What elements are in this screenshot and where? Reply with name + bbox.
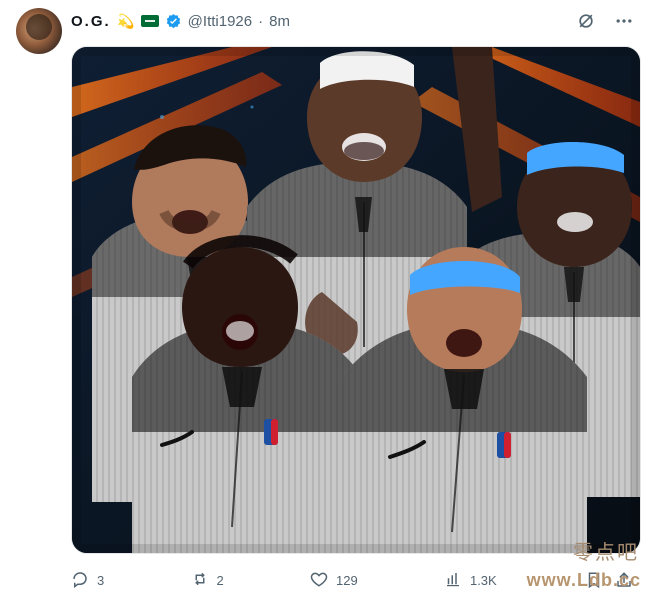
repost-icon [191,570,209,591]
heart-icon [310,570,328,591]
sparkle-emoji-icon: 💫 [116,12,135,29]
like-button[interactable]: 129 [310,570,358,591]
bookmark-and-share [583,569,635,591]
saudi-flag-icon [140,15,159,27]
referees-image [72,47,640,553]
reply-icon [71,570,89,591]
handle[interactable]: @Itti1926 [188,13,252,30]
views-button[interactable]: 1.3K [444,570,497,591]
reply-button[interactable]: 3 [71,570,104,591]
share-icon[interactable] [613,569,635,591]
like-count: 129 [336,572,358,588]
views-count: 1.3K [469,572,497,588]
avatar-image [26,14,52,40]
tweet-header: O.G. 💫 @Itti1926 · 8m [71,10,290,32]
tweet-media[interactable] [71,46,641,554]
separator-dot: · [258,12,264,30]
avatar[interactable] [16,8,62,54]
more-icon[interactable] [613,10,635,32]
views-icon [444,570,462,591]
tweet-actions: 3 2 129 1.3K [71,569,635,591]
grok-icon[interactable] [575,10,597,32]
timestamp[interactable]: 8m [269,13,290,30]
bookmark-icon[interactable] [583,569,605,591]
tweet-top-actions [575,10,635,32]
repost-button[interactable]: 2 [191,570,224,591]
verified-badge-icon[interactable] [165,13,182,30]
reply-count: 3 [97,572,105,588]
repost-count: 2 [216,572,224,588]
display-name[interactable]: O.G. [71,13,111,30]
